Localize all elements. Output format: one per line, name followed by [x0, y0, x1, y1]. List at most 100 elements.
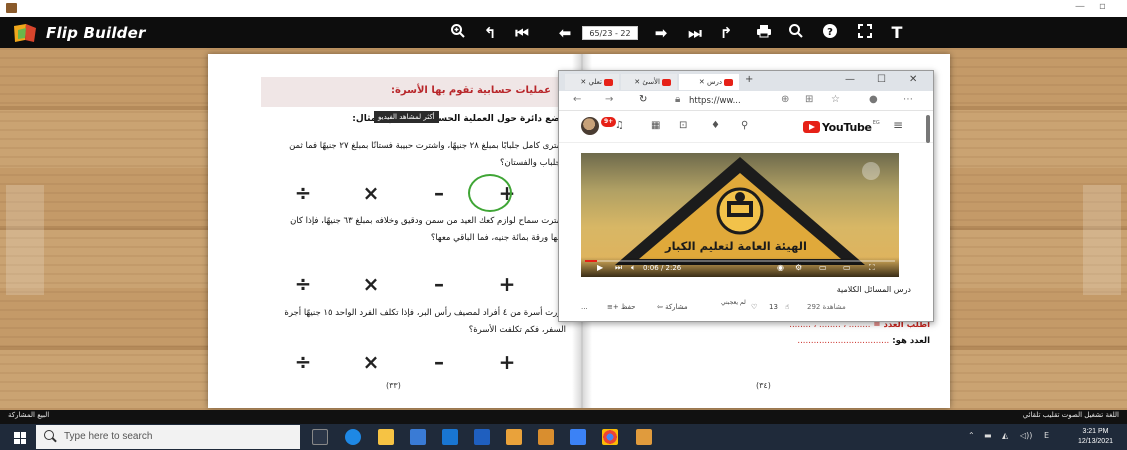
page-number-input[interactable]: 65/23 - 22	[582, 26, 638, 40]
question-1-text: اشترى كامل جلبابًا بمبلغ ٢٨ جنيهًا، واشت…	[289, 141, 566, 168]
more-options-icon[interactable]: ⋯	[903, 94, 913, 105]
restore-button[interactable]: ▫	[1099, 1, 1106, 12]
plus-sign[interactable]: +	[492, 272, 522, 296]
divide-sign[interactable]: ÷	[288, 272, 318, 296]
print-icon[interactable]	[754, 23, 774, 43]
flipbook-toolbar: Flip Builder ↰ ⏮ ⬅ 65/23 - 22 ➡ ⏭ ↱ ? T	[0, 17, 1127, 48]
browser-maximize-button[interactable]: ☐	[877, 74, 886, 85]
new-tab-button[interactable]: +	[745, 74, 753, 85]
create-video-icon[interactable]: ⊡	[679, 120, 687, 131]
video-title-overlay: الهيئة العامة لتعليم الكبار	[665, 239, 807, 253]
fullscreen-icon[interactable]	[855, 23, 875, 43]
like-thumb-icon[interactable]: ☝	[785, 303, 789, 311]
miniplayer-icon[interactable]: ▭	[819, 263, 827, 272]
favorite-star-icon[interactable]: ☆	[831, 94, 840, 105]
theater-mode-icon[interactable]: ▭	[843, 263, 851, 272]
windows-start-icon[interactable]	[14, 432, 26, 444]
address-bar[interactable]: https://ww...	[689, 94, 769, 108]
autoplay-toggle-icon[interactable]: ◉	[777, 263, 784, 272]
dislike-thumb-icon[interactable]: ♡	[751, 303, 757, 311]
browser-minimize-button[interactable]: —	[845, 74, 855, 85]
minus-sign[interactable]: –	[424, 350, 454, 374]
app-title: Flip Builder	[46, 24, 146, 42]
video-player[interactable]: الهيئة العامة لتعليم الكبار ▶ ⏭ 🔈︎ 0:06 …	[581, 153, 899, 277]
share-icon[interactable]: ↱	[716, 23, 736, 43]
minimize-button[interactable]: —	[1075, 1, 1085, 12]
tab-1-active[interactable]: درس ✕	[679, 74, 739, 90]
text-icon[interactable]: T	[887, 23, 907, 43]
task-view-icon[interactable]	[312, 429, 328, 445]
status-left-text: البيع المشاركة	[8, 411, 50, 419]
search-icon[interactable]	[786, 23, 806, 43]
chrome-icon[interactable]	[602, 429, 618, 445]
browser-close-button[interactable]: ✕	[909, 74, 917, 85]
extensions-icon[interactable]: ⊞	[805, 94, 813, 105]
divide-sign[interactable]: ÷	[288, 350, 318, 374]
search-icon[interactable]: ⚲	[741, 120, 748, 131]
system-clock[interactable]: 3:21 PM 12/13/2021	[1078, 427, 1113, 447]
windows-taskbar: Type here to search ⌃ ▬ ◭ ◁)) E 3:21 PM …	[0, 424, 1127, 450]
flipbook-taskbar-icon[interactable]	[538, 429, 554, 445]
browser-nav-bar: ← → ↻ 🔒︎ https://ww... ⊕ ⊞ ☆ ● ⋯	[559, 91, 933, 111]
multiply-sign[interactable]: ×	[356, 350, 386, 374]
word-icon[interactable]	[474, 429, 490, 445]
hamburger-menu-icon[interactable]: ≡	[893, 118, 903, 132]
volume-icon[interactable]: 🔈︎	[631, 263, 636, 273]
video-tooltip: أكثر لمشاهد الفيديو	[374, 111, 439, 123]
brand: Flip Builder	[12, 21, 146, 45]
volume-icon[interactable]: ◁))	[1020, 431, 1032, 440]
next-side-arrow[interactable]	[1083, 185, 1121, 295]
plus-sign[interactable]: +	[492, 350, 522, 374]
last-page-icon[interactable]: ⏭	[685, 23, 705, 43]
edge-browser-icon[interactable]	[345, 429, 361, 445]
scrollbar[interactable]	[926, 115, 930, 143]
first-page-icon[interactable]: ⏮	[512, 23, 532, 43]
minus-sign[interactable]: –	[424, 181, 454, 205]
app-icon[interactable]	[636, 429, 652, 445]
share-label: مشاركة	[665, 303, 688, 311]
back-icon[interactable]: ↰	[480, 23, 500, 43]
forward-arrow-icon[interactable]: →	[605, 94, 613, 105]
save-button[interactable]: ≡+ حفظ	[607, 303, 635, 311]
store-icon[interactable]	[410, 429, 426, 445]
video-progress[interactable]	[585, 260, 895, 262]
app-icon[interactable]	[570, 429, 586, 445]
apps-grid-icon[interactable]: ▦	[651, 120, 660, 131]
battery-icon[interactable]: ▬	[984, 431, 992, 440]
help-icon[interactable]: ?	[820, 23, 840, 43]
settings-gear-icon[interactable]: ⚙	[795, 263, 802, 272]
taskbar-search-box[interactable]: Type here to search	[36, 425, 300, 449]
multiply-sign[interactable]: ×	[356, 272, 386, 296]
profile-icon[interactable]: ●	[869, 94, 878, 105]
youtube-logo[interactable]: YouTube EG	[803, 120, 880, 134]
file-explorer-icon[interactable]	[378, 429, 394, 445]
lesson-heading-band: عمليات حسابية تقوم بها الأسرة:	[261, 77, 561, 107]
prev-page-icon[interactable]: ⬅	[555, 23, 575, 43]
avatar[interactable]	[581, 117, 599, 135]
bell-icon[interactable]: ♫	[615, 120, 624, 131]
back-arrow-icon[interactable]: ←	[573, 94, 581, 105]
more-actions[interactable]: ...	[581, 303, 588, 311]
tray-chevron-icon[interactable]: ⌃	[968, 431, 975, 440]
tab-3[interactable]: تعلي ✕	[565, 74, 619, 90]
fullscreen-icon[interactable]: ⛶	[869, 263, 875, 273]
multiply-sign[interactable]: ×	[356, 181, 386, 205]
language-indicator[interactable]: E	[1044, 431, 1049, 440]
microphone-icon[interactable]: ♦	[711, 120, 720, 131]
mail-icon[interactable]	[442, 429, 458, 445]
next-icon[interactable]: ⏭	[615, 263, 622, 273]
prev-side-arrow[interactable]	[6, 185, 44, 295]
network-icon[interactable]: ◭	[1002, 431, 1008, 440]
app-icon[interactable]	[506, 429, 522, 445]
share-button[interactable]: ⇦ مشاركة	[657, 303, 688, 311]
refresh-icon[interactable]: ↻	[639, 94, 647, 105]
reader-icon[interactable]: ⊕	[781, 94, 789, 105]
play-icon[interactable]: ▶	[597, 263, 603, 272]
next-page-icon[interactable]: ➡	[651, 23, 671, 43]
clock-date: 12/13/2021	[1077, 438, 1113, 445]
tab-2[interactable]: الأسئ ✕	[621, 74, 677, 90]
question-2-text: اشترت سماح لوازم كعك العيد من سمن ودقيق …	[290, 216, 566, 243]
minus-sign[interactable]: –	[424, 272, 454, 296]
divide-sign[interactable]: ÷	[288, 181, 318, 205]
zoom-in-icon[interactable]	[448, 23, 468, 43]
